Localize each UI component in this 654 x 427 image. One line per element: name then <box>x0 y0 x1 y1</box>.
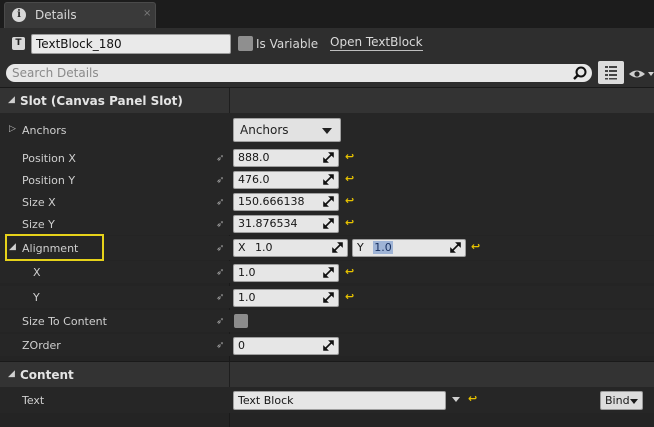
content-section-header[interactable]: ◢ Content <box>0 361 654 388</box>
text-type-icon: T <box>12 37 25 50</box>
position-x-value: 888.0 <box>238 151 270 164</box>
expand-arrows-icon <box>323 152 334 163</box>
collapse-caret-icon: ◢ <box>8 369 15 379</box>
alignment-y-prefix: Y <box>357 241 364 254</box>
alignment-y-value: 1.0 <box>373 241 393 254</box>
tab-label: Details <box>35 8 77 22</box>
drag-handle-icon[interactable]: ➶ <box>216 219 228 230</box>
reset-to-default-icon[interactable]: ↩ <box>345 290 354 303</box>
alignment-y-sub-field[interactable]: 1.0 <box>233 289 339 307</box>
position-y-field[interactable]: 476.0 <box>233 171 339 189</box>
widget-name-input[interactable]: TextBlock_180 <box>31 34 231 54</box>
chevron-down-icon <box>322 128 332 134</box>
alignment-x-sub-field[interactable]: 1.0 <box>233 264 339 282</box>
size-to-content-label: Size To Content <box>22 315 107 328</box>
search-icon[interactable] <box>571 65 589 81</box>
bind-label: Bind <box>605 394 630 407</box>
reset-to-default-icon[interactable]: ↩ <box>345 265 354 278</box>
alignment-x-prefix: X <box>238 241 246 254</box>
drag-handle-icon[interactable]: ➶ <box>216 292 228 303</box>
text-label: Text <box>22 394 45 407</box>
reset-to-default-icon[interactable]: ↩ <box>471 240 480 253</box>
size-to-content-row: Size To Content <box>0 310 654 332</box>
reset-to-default-icon[interactable]: ↩ <box>345 172 354 185</box>
reset-to-default-icon[interactable]: ↩ <box>468 392 477 405</box>
alignment-y-label: Y <box>33 291 40 304</box>
size-y-label: Size Y <box>22 218 55 231</box>
alignment-highlight <box>5 234 104 261</box>
reset-to-default-icon[interactable]: ↩ <box>345 150 354 163</box>
zorder-label: ZOrder <box>22 339 61 352</box>
drag-handle-icon[interactable]: ➶ <box>216 243 228 254</box>
expand-arrows-icon <box>323 267 334 278</box>
anchors-dropdown[interactable]: Anchors <box>233 118 341 142</box>
collapse-caret-icon: ◢ <box>8 95 15 105</box>
size-y-field[interactable]: 31.876534 <box>233 215 339 233</box>
column-divider <box>229 88 230 114</box>
expand-arrows-icon <box>323 292 334 303</box>
search-input[interactable]: Search Details <box>6 64 592 82</box>
expand-caret-icon[interactable]: ▷ <box>9 124 16 134</box>
size-x-label: Size X <box>22 196 56 209</box>
expand-arrows-icon <box>450 242 461 253</box>
expand-arrows-icon <box>323 340 334 351</box>
drag-handle-icon[interactable]: ➶ <box>216 175 228 186</box>
section-title: Content <box>20 368 74 382</box>
drag-handle-icon[interactable]: ➶ <box>216 267 228 278</box>
column-divider <box>229 362 230 388</box>
size-x-field[interactable]: 150.666138 <box>233 193 339 211</box>
drag-handle-icon[interactable]: ➶ <box>216 153 228 164</box>
bind-button[interactable]: Bind <box>600 391 643 410</box>
zorder-value: 0 <box>238 339 245 352</box>
position-x-field[interactable]: 888.0 <box>233 149 339 167</box>
expand-arrows-icon <box>323 196 334 207</box>
size-to-content-checkbox[interactable] <box>234 314 248 328</box>
chevron-down-icon[interactable] <box>452 397 460 402</box>
position-y-label: Position Y <box>22 174 76 187</box>
drag-handle-icon[interactable]: ➶ <box>216 316 228 327</box>
reset-to-default-icon[interactable]: ↩ <box>345 216 354 229</box>
property-matrix-button[interactable] <box>598 61 624 84</box>
expand-arrows-icon <box>332 242 343 253</box>
drag-handle-icon[interactable]: ➶ <box>216 197 228 208</box>
search-row: Search Details <box>0 60 654 87</box>
y-value: 1.0 <box>238 291 256 304</box>
expand-arrows-icon <box>323 174 334 185</box>
position-y-value: 476.0 <box>238 173 270 186</box>
info-icon: i <box>12 8 26 22</box>
anchors-label: Anchors <box>22 124 67 137</box>
expand-arrows-icon <box>323 218 334 229</box>
alignment-y-field[interactable]: Y 1.0 <box>352 239 466 257</box>
tab-bar: i Details × <box>0 0 654 28</box>
open-textblock-link[interactable]: Open TextBlock <box>330 35 423 51</box>
alignment-x-value: 1.0 <box>255 241 273 254</box>
drag-handle-icon[interactable]: ➶ <box>216 340 228 351</box>
alignment-x-label: X <box>33 266 41 279</box>
list-icon <box>605 66 617 80</box>
zorder-field[interactable]: 0 <box>233 337 339 355</box>
slot-section-header[interactable]: ◢ Slot (Canvas Panel Slot) <box>0 87 654 114</box>
size-y-value: 31.876534 <box>238 217 298 230</box>
close-icon[interactable]: × <box>143 8 151 19</box>
is-variable-label: Is Variable <box>256 37 319 51</box>
chevron-down-icon <box>630 399 638 404</box>
is-variable-checkbox[interactable] <box>238 36 253 51</box>
size-x-value: 150.666138 <box>238 195 305 208</box>
reset-to-default-icon[interactable]: ↩ <box>345 194 354 207</box>
anchors-button-label: Anchors <box>240 123 289 137</box>
alignment-x-field[interactable]: X 1.0 <box>233 239 348 257</box>
section-title: Slot (Canvas Panel Slot) <box>20 94 183 108</box>
x-value: 1.0 <box>238 266 256 279</box>
details-header: T TextBlock_180 Is Variable Open TextBlo… <box>0 28 654 60</box>
position-x-label: Position X <box>22 152 76 165</box>
tab-details[interactable]: i Details × <box>4 2 156 28</box>
text-value-input[interactable]: Text Block <box>233 391 446 410</box>
eye-icon[interactable] <box>628 67 654 81</box>
